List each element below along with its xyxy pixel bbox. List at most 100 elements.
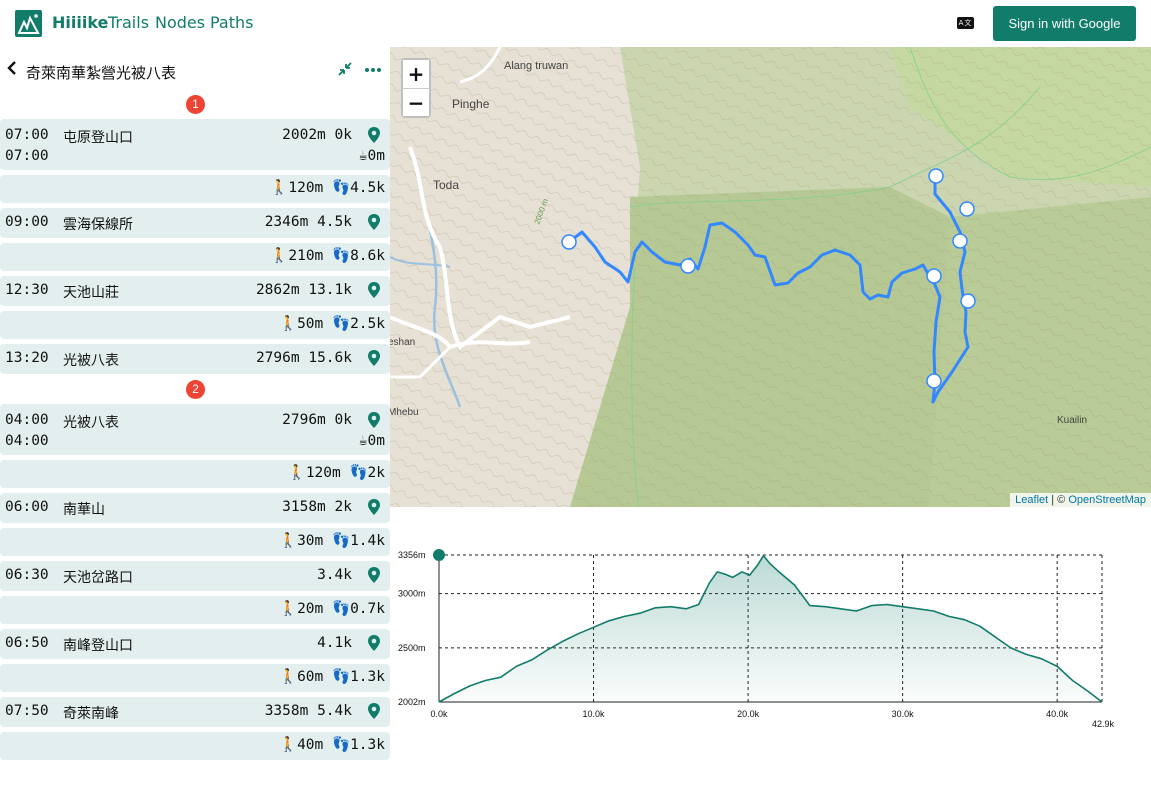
sign-in-google-button[interactable]: Sign in with Google: [993, 6, 1136, 41]
map-label-pinghe: Pinghe: [452, 97, 490, 111]
y-tick-label: 3000m: [398, 589, 426, 599]
node-distance: 15.6k: [308, 350, 352, 366]
hiker-icon: 🚶: [279, 601, 298, 617]
y-tick-label: 2500m: [398, 643, 426, 653]
trip-title: 奇萊南華紮營光被八表: [26, 64, 177, 82]
segment-climb: 210m: [288, 248, 324, 264]
elevation-area: [439, 555, 1102, 702]
node-card[interactable]: 09:00 雲海保線所 2346m 4.5k: [0, 208, 390, 238]
brand-name[interactable]: Hiiiike: [52, 13, 108, 32]
map-tiles[interactable]: [390, 47, 1151, 507]
node-distance: 2k: [334, 499, 352, 515]
segment-distance: 1.3k: [350, 669, 385, 685]
map-pin-icon[interactable]: [367, 213, 381, 231]
segment-stats: 🚶120m 👣2k: [288, 464, 385, 481]
segment-card[interactable]: 🚶20m 👣0.7k: [0, 596, 390, 624]
node-card[interactable]: 06:30 天池岔路口 3.4k: [0, 561, 390, 591]
elevation-profile[interactable]: 3356m 3000m 2500m 2002m 0.0k 10.0k 20.0k 30.0k 4…: [390, 507, 1151, 800]
node-stats: 3158m 2k: [282, 499, 352, 515]
footprints-icon: 👣: [332, 180, 351, 196]
map-pin-icon[interactable]: [367, 126, 381, 144]
footprints-icon: 👣: [349, 465, 368, 481]
day-badge: 2: [186, 380, 205, 399]
map-label-kuailin: Kuailin: [1057, 415, 1088, 426]
segment-climb: 30m: [297, 533, 324, 549]
departure-time: 07:00: [5, 148, 49, 164]
segment-distance: 8.6k: [350, 248, 385, 264]
chevron-left-icon[interactable]: [6, 59, 18, 82]
node-stats: 2346m 4.5k: [265, 214, 352, 230]
zoom-out-button[interactable]: −: [403, 88, 429, 116]
map-pin-icon[interactable]: [367, 411, 381, 429]
x-tick-label: 10.0k: [583, 709, 606, 719]
segment-card[interactable]: 🚶120m 👣4.5k: [0, 175, 390, 203]
segment-climb: 60m: [297, 669, 324, 685]
map-pin-icon[interactable]: [367, 349, 381, 367]
segment-stats: 🚶30m 👣1.4k: [279, 532, 385, 549]
nav-paths[interactable]: Paths: [210, 13, 253, 32]
route-map[interactable]: Alang truwan Pinghe Toda 2000 m eshan Mh…: [390, 47, 1151, 507]
footprints-icon: 👣: [332, 669, 351, 685]
zoom-in-button[interactable]: +: [403, 60, 429, 88]
segment-card[interactable]: 🚶30m 👣1.4k: [0, 528, 390, 556]
node-card[interactable]: 07:50 奇萊南峰 3358m 5.4k: [0, 697, 390, 727]
translate-icon[interactable]: A文: [957, 17, 974, 29]
segment-stats: 🚶210m 👣8.6k: [270, 247, 385, 264]
mountain-logo-icon[interactable]: [15, 10, 42, 37]
x-tick-label: 40.0k: [1046, 709, 1069, 719]
segment-distance: 2k: [367, 465, 385, 481]
segment-card[interactable]: 🚶120m 👣2k: [0, 460, 390, 488]
arrival-time: 13:20: [5, 350, 49, 366]
osm-link[interactable]: OpenStreetMap: [1068, 494, 1146, 506]
segment-climb: 20m: [297, 601, 324, 617]
node-elevation: 2002m: [282, 127, 326, 143]
map-pin-icon[interactable]: [367, 498, 381, 516]
node-elevation: 3358m: [264, 703, 309, 719]
node-name: 南華山: [63, 502, 105, 518]
node-distance: 5.4k: [317, 703, 352, 719]
node-distance: 4.1k: [317, 635, 352, 651]
arrival-time: 07:50: [5, 703, 49, 719]
hiker-icon: 🚶: [287, 465, 306, 481]
position-marker[interactable]: [433, 549, 445, 561]
map-attribution: Leaflet | © OpenStreetMap: [1010, 493, 1151, 507]
node-name: 南峰登山口: [63, 638, 133, 654]
nav-trails[interactable]: Trails: [108, 13, 149, 32]
node-card[interactable]: 04:00 光被八表 2796m 0k 04:00 ☕0m: [0, 404, 390, 455]
coffee-icon: ☕: [358, 433, 368, 449]
segment-climb: 40m: [297, 737, 324, 753]
map-pin-icon[interactable]: [367, 281, 381, 299]
more-icon[interactable]: [364, 61, 382, 81]
segment-card[interactable]: 🚶60m 👣1.3k: [0, 664, 390, 692]
segment-stats: 🚶120m 👣4.5k: [270, 179, 385, 196]
elevation-chart[interactable]: 3356m 3000m 2500m 2002m 0.0k 10.0k 20.0k 30.0k 4…: [390, 507, 1151, 800]
leaflet-link[interactable]: Leaflet: [1015, 494, 1048, 506]
map-pin-icon[interactable]: [367, 702, 381, 720]
segment-card[interactable]: 🚶210m 👣8.6k: [0, 243, 390, 271]
node-card[interactable]: 07:00 屯原登山口 2002m 0k 07:00 ☕0m: [0, 119, 390, 170]
node-name: 天池山莊: [63, 285, 119, 301]
y-tick-label: 3356m: [398, 550, 426, 560]
arrival-time: 07:00: [5, 127, 49, 143]
node-name: 天池岔路口: [63, 570, 133, 586]
map-pin-icon[interactable]: [367, 634, 381, 652]
node-stats: 2002m 0k: [282, 127, 352, 143]
node-card[interactable]: 12:30 天池山莊 2862m 13.1k: [0, 276, 390, 306]
node-card[interactable]: 13:20 光被八表 2796m 15.6k: [0, 344, 390, 374]
node-card[interactable]: 06:00 南華山 3158m 2k: [0, 493, 390, 523]
hiker-icon: 🚶: [279, 737, 298, 753]
node-elevation: 2862m: [255, 282, 300, 298]
map-pin-icon[interactable]: [367, 566, 381, 584]
footprints-icon: 👣: [332, 316, 351, 332]
arrival-time: 06:50: [5, 635, 49, 651]
segment-stats: 🚶50m 👣2.5k: [279, 315, 385, 332]
segment-card[interactable]: 🚶50m 👣2.5k: [0, 311, 390, 339]
top-navbar: Hiiiike Trails Nodes Paths A文 Sign in wi…: [0, 0, 1151, 47]
node-card[interactable]: 06:50 南峰登山口 4.1k: [0, 629, 390, 659]
zoom-control: + −: [401, 58, 431, 118]
hiker-icon: 🚶: [279, 316, 298, 332]
footprints-icon: 👣: [332, 533, 351, 549]
segment-card[interactable]: 🚶40m 👣1.3k: [0, 732, 390, 760]
nav-nodes[interactable]: Nodes: [155, 13, 205, 32]
collapse-icon[interactable]: [337, 61, 353, 81]
